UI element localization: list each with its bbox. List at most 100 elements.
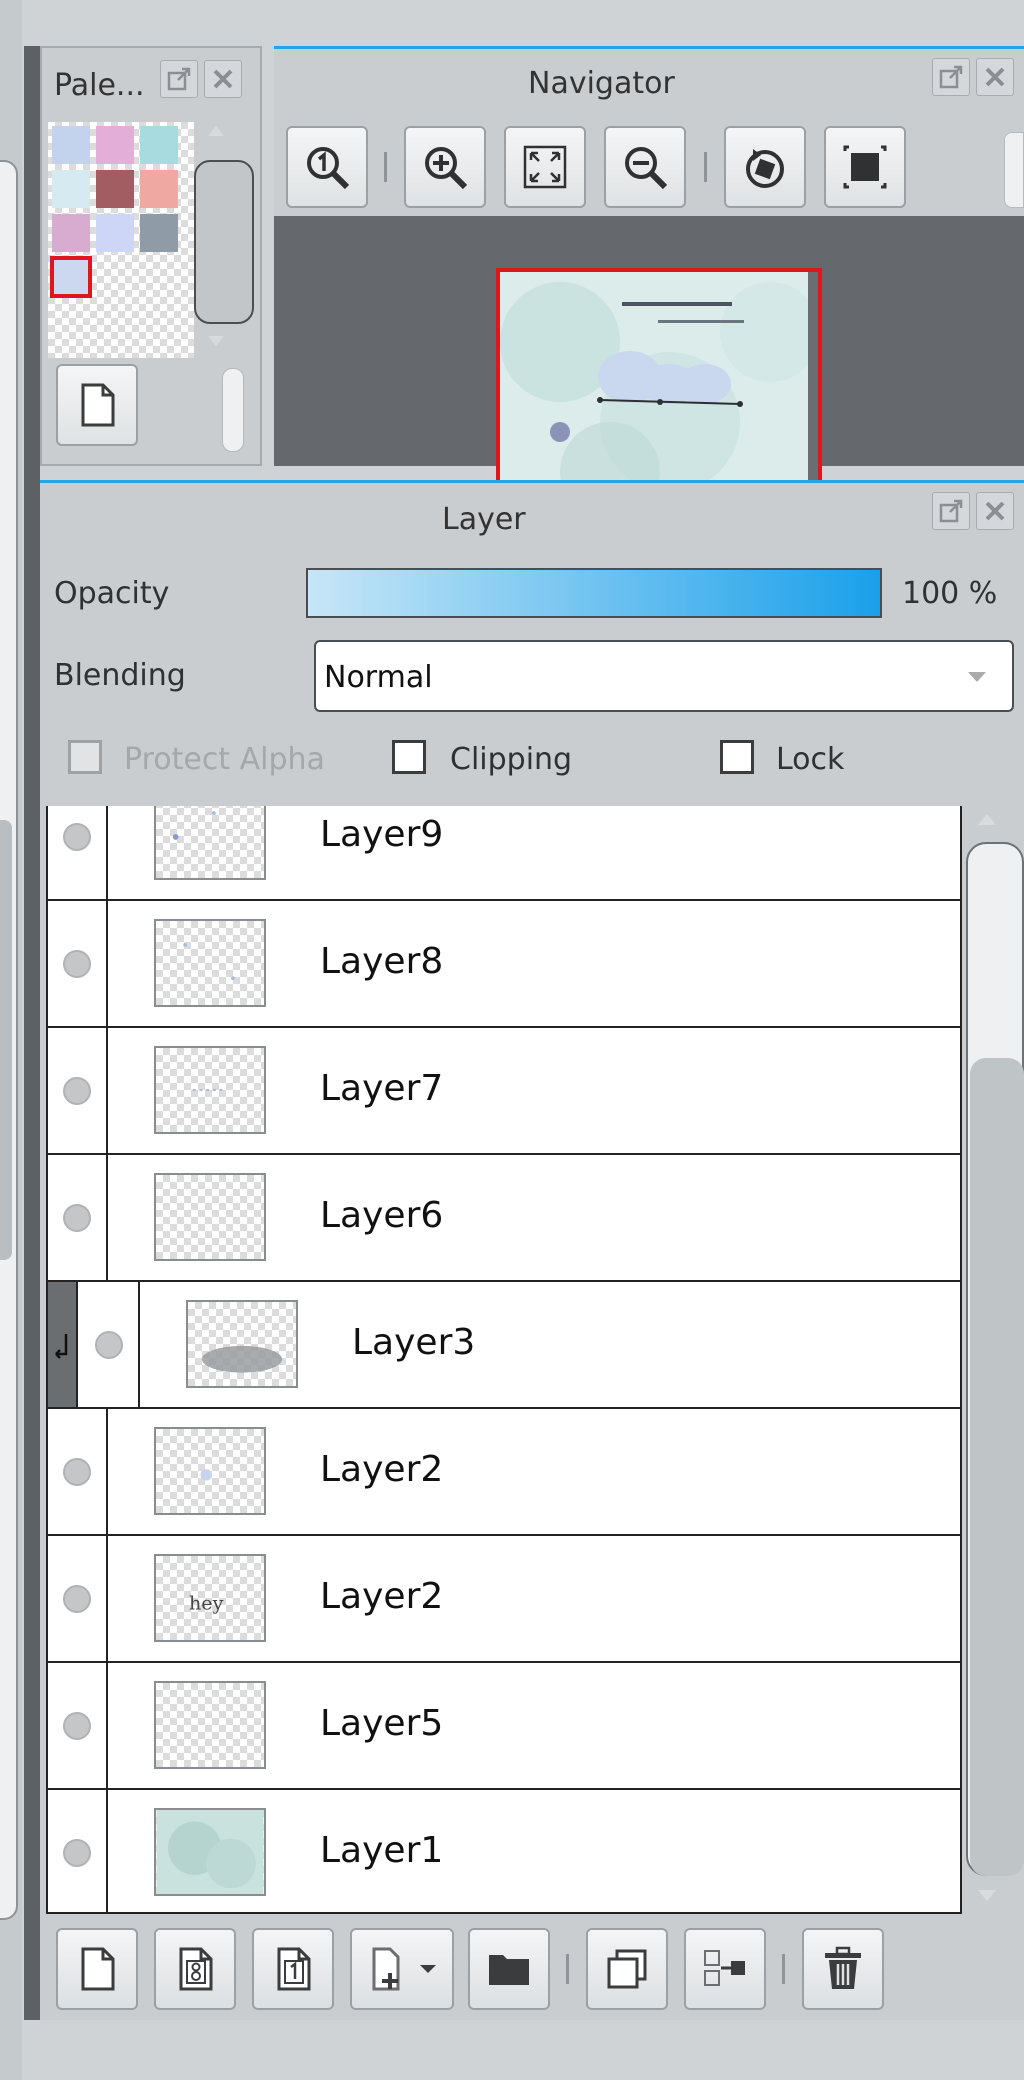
navigator-preview-area[interactable] xyxy=(274,216,1024,514)
visibility-toggle[interactable] xyxy=(80,1282,140,1407)
visibility-toggle[interactable] xyxy=(48,1790,108,1912)
eye-icon xyxy=(63,1838,91,1867)
protect-alpha-checkbox[interactable] xyxy=(68,740,102,774)
popout-icon[interactable] xyxy=(932,492,970,530)
actual-size-button[interactable] xyxy=(286,126,368,208)
layer-thumbnail xyxy=(154,1427,266,1515)
palette-panel: Pale... xyxy=(40,46,262,466)
palette-title: Pale... xyxy=(54,68,145,103)
palette-scroll-down-icon[interactable] xyxy=(208,336,224,346)
visibility-toggle[interactable] xyxy=(48,806,108,899)
close-icon[interactable] xyxy=(976,58,1014,96)
layer-row[interactable]: Layer5 xyxy=(48,1663,960,1790)
svg-text:hey: hey xyxy=(189,1591,224,1614)
new-palette-button[interactable] xyxy=(56,364,138,446)
duplicate-layer-button[interactable] xyxy=(586,1928,668,2010)
palette-swatch[interactable] xyxy=(96,126,134,164)
eye-icon xyxy=(63,1076,91,1105)
eye-icon xyxy=(63,1711,91,1740)
eye-icon xyxy=(63,822,91,851)
navigator-title: Navigator xyxy=(528,66,675,101)
toolbar-separator xyxy=(566,1954,569,1984)
visibility-toggle[interactable] xyxy=(48,1155,108,1280)
lock-checkbox[interactable] xyxy=(720,740,754,774)
palette-swatch[interactable] xyxy=(140,170,178,208)
palette-swatch[interactable] xyxy=(140,126,178,164)
palette-swatches xyxy=(48,122,194,358)
palette-scroll-up-icon[interactable] xyxy=(208,126,224,136)
palette-swatch[interactable] xyxy=(96,170,134,208)
blending-select[interactable]: Normal xyxy=(314,640,1014,712)
layer-thumbnail xyxy=(154,1046,266,1134)
visibility-toggle[interactable] xyxy=(48,1536,108,1661)
layer-thumbnail xyxy=(154,1808,266,1896)
clipping-indicator xyxy=(48,1282,78,1407)
protect-alpha-label: Protect Alpha xyxy=(124,742,325,777)
left-scrollbar-thumb[interactable] xyxy=(0,820,12,1260)
merge-down-button[interactable] xyxy=(684,1928,766,2010)
opacity-value: 100 % xyxy=(902,576,998,611)
palette-swatch[interactable] xyxy=(52,214,90,252)
navigator-toolbar-overflow[interactable] xyxy=(1004,132,1024,208)
layer-name: Layer8 xyxy=(320,941,444,982)
popout-icon[interactable] xyxy=(932,58,970,96)
layer-toolbar xyxy=(40,1914,1024,2020)
visibility-toggle[interactable] xyxy=(48,901,108,1026)
opacity-slider[interactable] xyxy=(306,568,882,618)
palette-side-scrollbar[interactable] xyxy=(222,368,244,452)
layer-scroll-down-icon[interactable] xyxy=(978,1890,996,1901)
layer-name: Layer5 xyxy=(320,1703,444,1744)
palette-swatch[interactable] xyxy=(96,214,134,252)
layer-row[interactable]: Layer8 xyxy=(48,901,960,1028)
close-icon[interactable] xyxy=(204,60,242,98)
palette-scrollbar-thumb[interactable] xyxy=(194,160,254,324)
rotate-reset-button[interactable] xyxy=(724,126,806,208)
panel-divider[interactable] xyxy=(24,46,40,2020)
layer-scroll-up-icon[interactable] xyxy=(978,814,996,825)
eye-icon xyxy=(63,1203,91,1232)
add-layer-dropdown-button[interactable] xyxy=(350,1928,454,2010)
visibility-toggle[interactable] xyxy=(48,1409,108,1534)
flip-canvas-button[interactable] xyxy=(824,126,906,208)
navigator-viewport-frame[interactable] xyxy=(496,268,822,514)
zoom-out-button[interactable] xyxy=(604,126,686,208)
fit-to-window-button[interactable] xyxy=(504,126,586,208)
eye-icon xyxy=(63,1584,91,1613)
visibility-toggle[interactable] xyxy=(48,1028,108,1153)
layer-row[interactable]: Layer1 xyxy=(48,1790,960,1912)
layer-list[interactable]: Layer9 Layer8 Layer7 Layer6 Layer3 Layer2 hey L… xyxy=(46,806,962,1914)
close-icon[interactable] xyxy=(976,492,1014,530)
toolbar-separator xyxy=(384,152,387,182)
opacity-slider-fill xyxy=(308,570,880,616)
layer-title: Layer xyxy=(442,502,526,537)
clipping-checkbox[interactable] xyxy=(392,740,426,774)
layer-row[interactable]: Layer9 xyxy=(48,806,960,901)
visibility-toggle[interactable] xyxy=(48,1663,108,1788)
selected-swatch[interactable] xyxy=(50,256,92,298)
palette-swatch[interactable] xyxy=(52,170,90,208)
layer-thumbnail xyxy=(154,806,266,880)
layer-row[interactable]: Layer2 xyxy=(48,1409,960,1536)
zoom-in-button[interactable] xyxy=(404,126,486,208)
new-layer-button[interactable] xyxy=(56,1928,138,2010)
palette-swatch[interactable] xyxy=(140,214,178,252)
palette-swatch[interactable] xyxy=(52,126,90,164)
layer-scrollbar-thumb[interactable] xyxy=(970,1058,1024,1876)
layer-name: Layer1 xyxy=(320,1830,444,1871)
delete-layer-button[interactable] xyxy=(802,1928,884,2010)
layer-row[interactable]: Layer3 xyxy=(48,1282,960,1409)
layer-thumbnail: hey xyxy=(154,1554,266,1642)
layer-name: Layer2 xyxy=(320,1576,444,1617)
popout-icon[interactable] xyxy=(160,60,198,98)
layer-row[interactable]: hey Layer2 xyxy=(48,1536,960,1663)
layer-row[interactable]: Layer6 xyxy=(48,1155,960,1282)
new-1bit-layer-button[interactable] xyxy=(252,1928,334,2010)
new-folder-button[interactable] xyxy=(468,1928,550,2010)
layer-thumbnail xyxy=(186,1300,298,1388)
new-8bit-layer-button[interactable] xyxy=(154,1928,236,2010)
eye-icon xyxy=(63,949,91,978)
layer-name: Layer3 xyxy=(352,1322,476,1363)
blending-select-value: Normal xyxy=(324,660,433,695)
navigator-accent-line xyxy=(274,46,1024,49)
layer-row[interactable]: Layer7 xyxy=(48,1028,960,1155)
